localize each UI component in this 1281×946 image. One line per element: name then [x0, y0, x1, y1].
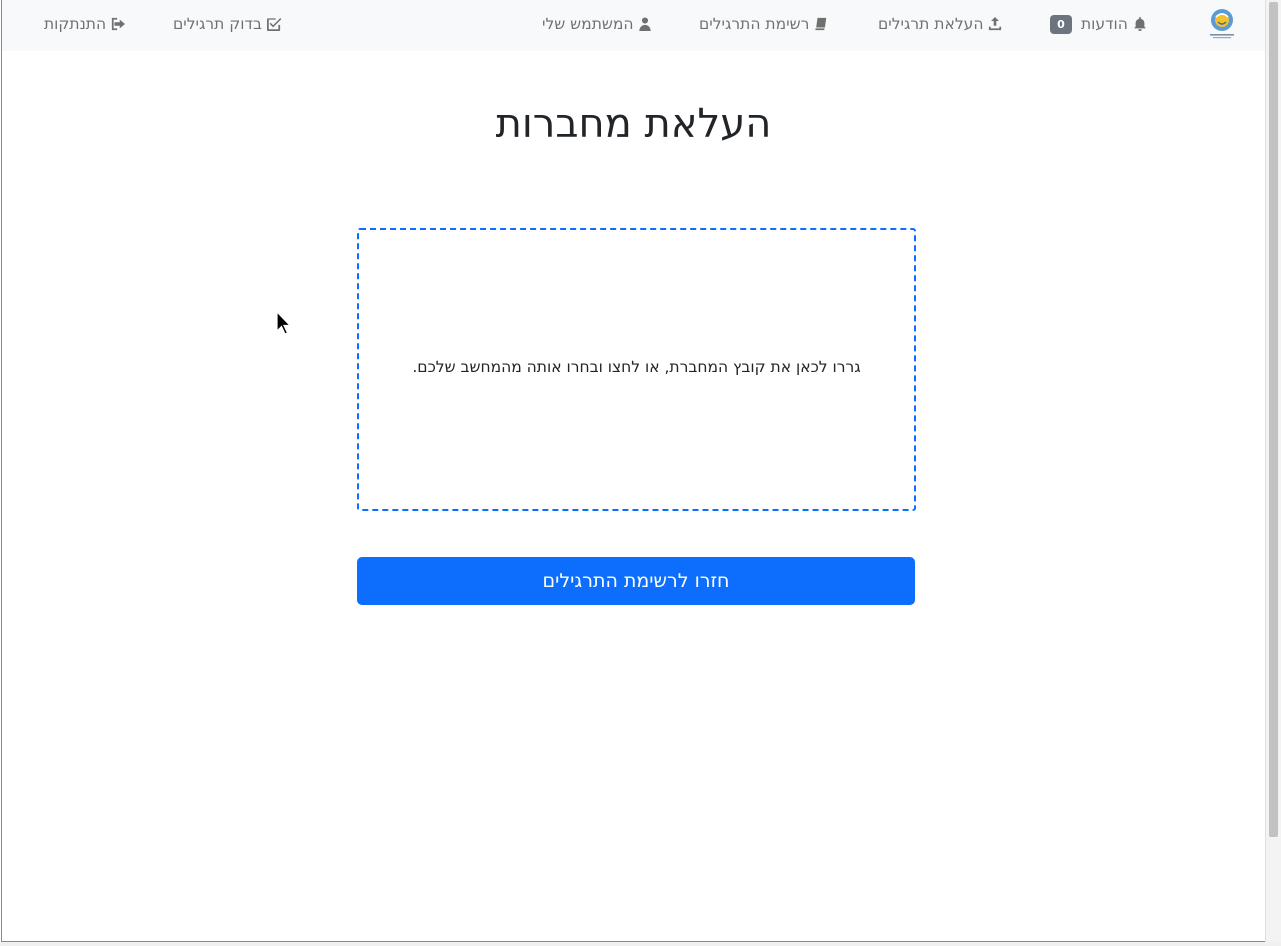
- upload-icon: [983, 15, 1002, 33]
- notifications-count-badge: 0: [1050, 15, 1072, 34]
- background-window-edge: [0, 942, 1281, 946]
- nav-check-exercises-label: בדוק תרגילים: [173, 15, 262, 33]
- book-icon: [809, 15, 828, 33]
- bell-icon: [1128, 15, 1147, 33]
- nav-logout[interactable]: התנתקות: [44, 13, 126, 35]
- nav-notifications-label: הודעות: [1080, 15, 1128, 33]
- browser-window: הודעות 0 העלאת תרגילים רשימת התרגילים המ…: [1, 0, 1265, 942]
- check-square-icon: [262, 15, 282, 33]
- nav-upload-exercises-label: העלאת תרגילים: [878, 15, 984, 33]
- nav-exercise-list-label: רשימת התרגילים: [699, 15, 810, 33]
- scrollbar-thumb[interactable]: [1269, 2, 1278, 837]
- nav-upload-exercises[interactable]: העלאת תרגילים: [878, 13, 1002, 35]
- nav-logout-label: התנתקות: [44, 15, 107, 33]
- user-icon: [634, 15, 653, 33]
- nav-my-user[interactable]: המשתמש שלי: [542, 13, 652, 35]
- mouse-cursor-icon: [276, 311, 292, 335]
- school-logo-icon[interactable]: [1207, 8, 1237, 40]
- nav-my-user-label: המשתמש שלי: [542, 15, 634, 33]
- sign-out-icon: [106, 15, 126, 33]
- dropzone-instructions: גררו לכאן את קובץ המחברת, או לחצו ובחרו …: [412, 358, 861, 376]
- page-title: העלאת מחברות: [495, 101, 772, 147]
- nav-check-exercises[interactable]: בדוק תרגילים: [173, 13, 282, 35]
- notebook-dropzone[interactable]: גררו לכאן את קובץ המחברת, או לחצו ובחרו …: [357, 228, 916, 511]
- nav-notifications[interactable]: הודעות 0: [1050, 13, 1147, 35]
- vertical-scrollbar[interactable]: [1265, 0, 1281, 942]
- back-to-exercise-list-button[interactable]: חזרו לרשימת התרגילים: [357, 557, 915, 605]
- nav-exercise-list[interactable]: רשימת התרגילים: [699, 13, 828, 35]
- top-navbar: הודעות 0 העלאת תרגילים רשימת התרגילים המ…: [2, 0, 1265, 51]
